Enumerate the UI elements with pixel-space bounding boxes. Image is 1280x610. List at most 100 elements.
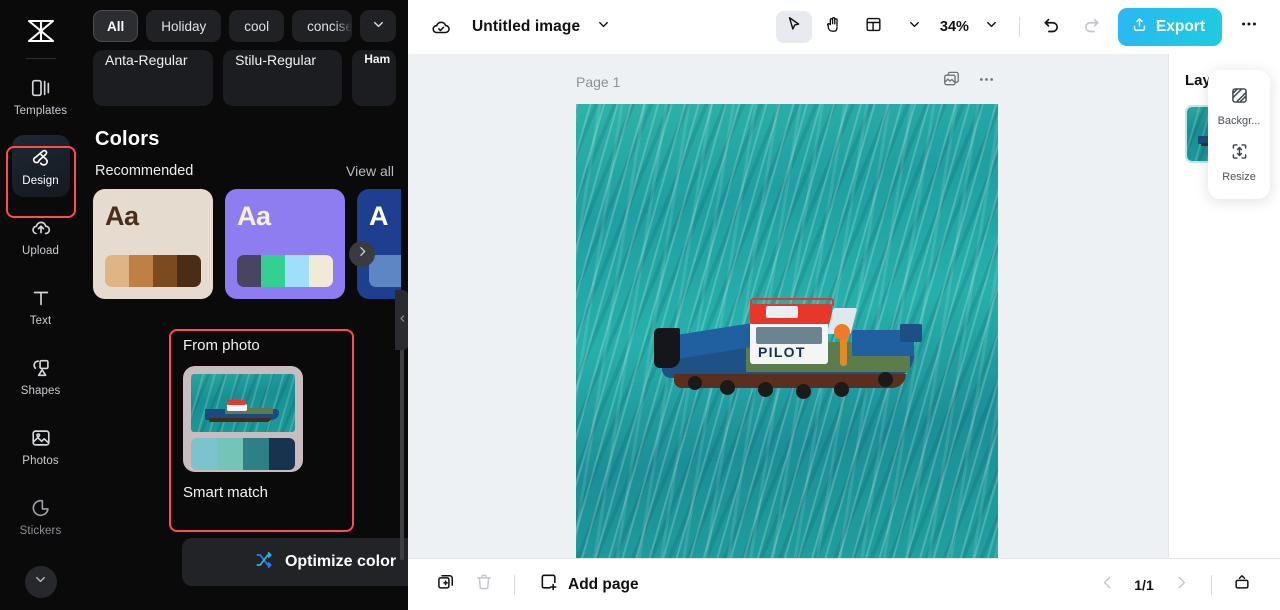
chip-label: Holiday: [161, 18, 207, 34]
font-name: Ham: [364, 52, 391, 66]
sidebar-item-stickers[interactable]: Stickers: [12, 485, 70, 547]
filter-chip-all[interactable]: All: [93, 10, 139, 42]
panel-scrollbar[interactable]: [400, 330, 404, 560]
resize-icon: [1229, 141, 1250, 167]
chevron-down-icon: [33, 572, 48, 592]
sidebar-item-label: Shapes: [20, 384, 61, 397]
font-card[interactable]: Stilu-Regular: [223, 50, 343, 106]
resize-tool-button[interactable]: Resize: [1210, 135, 1268, 189]
artboard-image[interactable]: PILOT: [576, 104, 998, 558]
boat-graphic: PILOT: [654, 294, 924, 399]
palette-card[interactable]: Aa: [225, 189, 345, 299]
add-page-label: Add page: [568, 575, 639, 593]
hand-icon: [824, 15, 843, 39]
from-photo-section: From photo Smart match: [171, 331, 353, 501]
sidebar-item-text[interactable]: Text: [12, 275, 70, 337]
export-button[interactable]: Export: [1117, 8, 1222, 46]
canvas-area[interactable]: Page 1 PILOT: [408, 54, 1168, 558]
hand-tool-button[interactable]: [816, 11, 852, 43]
layout-tool-caret[interactable]: [902, 14, 928, 40]
select-tool-button[interactable]: [775, 11, 812, 43]
font-card[interactable]: Anta-Regular: [93, 50, 214, 106]
design-panel: All Holiday cool concise Anta-Regular St…: [81, 0, 408, 610]
zoom-caret[interactable]: [979, 14, 1005, 40]
filter-chip-cool[interactable]: cool: [229, 10, 285, 42]
export-label: Export: [1155, 18, 1205, 35]
chevron-down-icon: [984, 17, 999, 37]
view-all-link[interactable]: View all: [346, 163, 394, 179]
duplicate-image-button[interactable]: [942, 70, 961, 94]
present-button[interactable]: [1224, 569, 1260, 601]
optimize-color-button[interactable]: Optimize color: [182, 538, 408, 586]
rail-divider: [25, 58, 56, 59]
photos-icon: [29, 426, 53, 450]
recommended-label: Recommended: [95, 163, 194, 179]
undo-button[interactable]: [1034, 11, 1070, 43]
page-label: Page 1: [576, 74, 621, 90]
chevron-left-icon: [398, 314, 407, 326]
font-name: Stilu-Regular: [235, 52, 317, 68]
filter-chips-expand-button[interactable]: [360, 10, 396, 42]
chip-label: All: [107, 18, 125, 34]
filter-chip-row: All Holiday cool concise: [81, 0, 408, 48]
colors-heading: Colors: [95, 128, 160, 150]
palette-next-button[interactable]: [349, 241, 375, 267]
sidebar-item-upload[interactable]: Upload: [12, 205, 70, 267]
sidebar-item-label: Design: [22, 174, 59, 187]
filter-chip-concise[interactable]: concise: [292, 10, 353, 42]
font-card-row: Anta-Regular Stilu-Regular Ham: [81, 50, 408, 106]
palette-card[interactable]: Aa: [93, 189, 213, 299]
more-options-button[interactable]: [1232, 10, 1266, 44]
delete-page-button[interactable]: [466, 569, 502, 601]
palette-swatches: [237, 255, 333, 287]
palette-swatches: [105, 255, 201, 287]
sidebar-item-photos[interactable]: Photos: [12, 415, 70, 477]
bottom-divider-2: [1211, 574, 1212, 595]
stickers-icon: [29, 496, 53, 520]
cloud-saved-icon: [428, 14, 454, 40]
sidebar-item-label: Photos: [22, 454, 59, 467]
panel-collapse-handle[interactable]: [395, 290, 408, 350]
smart-match-label: Smart match: [183, 484, 269, 501]
chevron-left-icon: [1099, 574, 1116, 596]
zoom-level-value[interactable]: 34%: [940, 19, 969, 35]
duplicate-page-icon: [436, 572, 456, 597]
from-photo-label: From photo: [183, 337, 260, 354]
smart-match-card[interactable]: [183, 366, 303, 472]
layout-tool-button[interactable]: [856, 11, 892, 43]
shuffle-icon: [254, 550, 274, 575]
toolbar-divider: [1018, 17, 1020, 37]
chevron-down-icon: [907, 17, 922, 37]
chevron-right-icon: [1173, 574, 1190, 596]
trash-icon: [474, 572, 494, 597]
top-toolbar: Untitled image 34% Export: [408, 0, 1280, 54]
page-more-button[interactable]: [977, 70, 996, 94]
more-horizontal-icon: [977, 70, 996, 94]
next-page-button[interactable]: [1163, 569, 1199, 601]
sidebar-item-label: Text: [29, 314, 52, 327]
sidebar-item-label: Templates: [13, 104, 68, 117]
chevron-down-icon: [596, 17, 611, 37]
sidebar-item-shapes[interactable]: Shapes: [12, 345, 70, 407]
duplicate-page-button[interactable]: [428, 569, 464, 601]
templates-icon: [29, 76, 53, 100]
palette-swatches: [369, 255, 401, 287]
font-card[interactable]: Ham: [352, 50, 396, 106]
add-page-button[interactable]: Add page: [539, 572, 639, 597]
sidebar-item-templates[interactable]: Templates: [12, 65, 70, 127]
export-upload-icon: [1131, 16, 1148, 38]
document-title-caret[interactable]: [590, 14, 616, 40]
redo-icon: [1081, 14, 1102, 40]
filter-chip-holiday[interactable]: Holiday: [146, 10, 222, 42]
prev-page-button[interactable]: [1089, 569, 1125, 601]
sidebar-more-button[interactable]: [24, 566, 57, 598]
background-tool-button[interactable]: Backgr...: [1210, 79, 1268, 133]
redo-button[interactable]: [1074, 11, 1110, 43]
duplicate-image-icon: [942, 70, 961, 94]
sidebar-item-design[interactable]: Design: [11, 135, 70, 197]
text-icon: [29, 286, 53, 310]
capcut-logo-icon[interactable]: [21, 14, 61, 48]
palette-carousel: Aa Aa A: [81, 179, 408, 299]
present-icon: [1232, 572, 1252, 597]
document-title[interactable]: Untitled image: [472, 18, 580, 36]
